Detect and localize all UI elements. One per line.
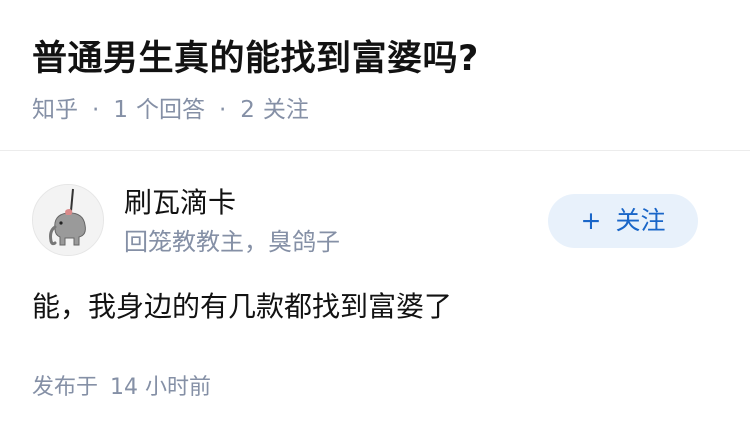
answer-timestamp: 发布于 14 小时前	[32, 372, 211, 404]
answer-content[interactable]: 能，我身边的有几款都找到富婆了	[32, 287, 452, 327]
question-header: 普通男生真的能找到富婆吗? 知乎 · 1 个回答 · 2 关注	[0, 0, 750, 151]
question-meta: 知乎 · 1 个回答 · 2 关注	[32, 94, 309, 126]
author-bio: 回笼教教主，臭鸽子	[124, 228, 340, 256]
follow-count: 2	[240, 97, 255, 123]
answer-count: 1	[113, 97, 128, 123]
follow-button-label: 关注	[615, 206, 666, 235]
follow-button[interactable]: + 关注	[548, 194, 698, 248]
source-label[interactable]: 知乎	[32, 97, 78, 123]
answer-count-label[interactable]: 个回答	[136, 97, 205, 123]
meta-separator: ·	[92, 97, 100, 123]
published-time: 14 小时前	[110, 375, 212, 400]
meta-separator: ·	[218, 97, 227, 123]
author-name[interactable]: 刷瓦滴卡	[124, 184, 236, 222]
elephant-balloon-icon	[33, 185, 103, 255]
author-row: 刷瓦滴卡 回笼教教主，臭鸽子 + 关注	[32, 184, 718, 260]
published-label: 发布于	[32, 375, 99, 400]
follow-count-label[interactable]: 关注	[263, 97, 309, 123]
plus-icon: +	[580, 206, 602, 235]
question-title[interactable]: 普通男生真的能找到富婆吗?	[32, 36, 479, 82]
avatar[interactable]	[32, 184, 104, 256]
